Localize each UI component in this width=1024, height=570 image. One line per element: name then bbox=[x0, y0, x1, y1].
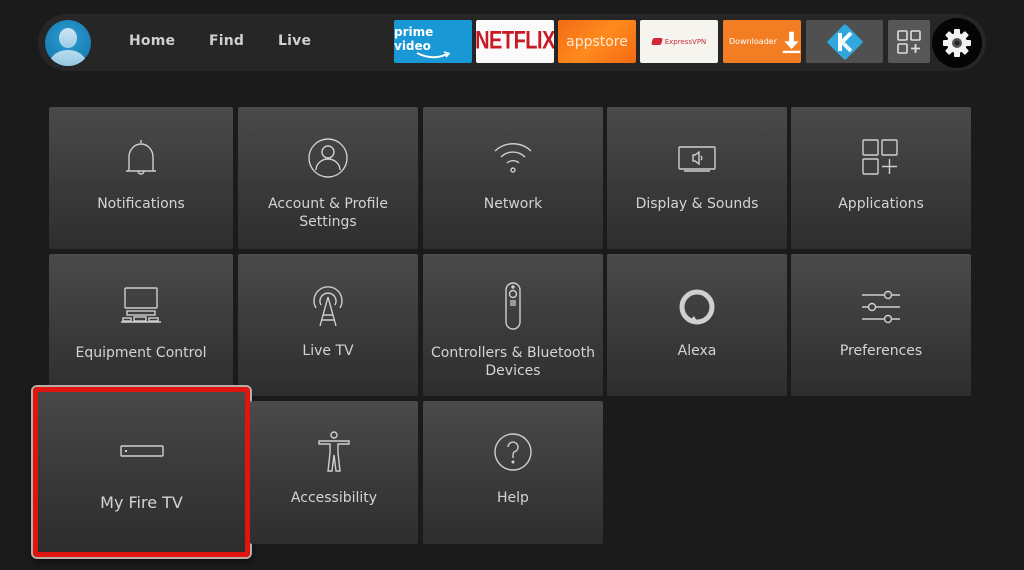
profile-avatar-button[interactable] bbox=[45, 20, 91, 66]
expressvpn-logo-text: ExpressVPN bbox=[664, 37, 707, 46]
tile-network[interactable]: Network bbox=[423, 107, 603, 249]
antenna-icon bbox=[238, 284, 418, 328]
remote-icon bbox=[423, 282, 603, 330]
equipment-icon bbox=[49, 284, 233, 324]
sliders-icon bbox=[791, 290, 971, 324]
downloader-logo-text: Downloader bbox=[729, 37, 777, 46]
gear-icon bbox=[943, 29, 971, 57]
alexa-icon bbox=[607, 288, 787, 328]
kodi-logo-icon bbox=[826, 23, 863, 60]
tile-label: Accessibility bbox=[290, 490, 378, 506]
settings-button[interactable] bbox=[932, 18, 982, 68]
fire-tv-device-icon bbox=[38, 444, 245, 458]
account-icon bbox=[238, 137, 418, 179]
tile-label: Account & Profile Settings bbox=[268, 196, 388, 230]
tile-preferences[interactable]: Preferences bbox=[791, 254, 971, 396]
prime-smile-icon bbox=[416, 50, 451, 58]
tile-accessibility[interactable]: Accessibility bbox=[250, 401, 418, 544]
tile-notifications[interactable]: Notifications bbox=[49, 107, 233, 249]
tile-my-fire-tv[interactable]: My Fire TV bbox=[33, 387, 250, 557]
app-expressvpn[interactable]: ExpressVPN bbox=[640, 20, 718, 63]
app-kodi[interactable] bbox=[806, 20, 883, 63]
prime-video-logo-text: prime video bbox=[394, 24, 434, 53]
tile-label: Alexa bbox=[677, 343, 717, 359]
all-apps-button[interactable] bbox=[888, 20, 930, 63]
nav-home[interactable]: Home bbox=[129, 33, 175, 49]
tile-equipment-control[interactable]: Equipment Control bbox=[49, 254, 233, 396]
app-prime-video[interactable]: prime video bbox=[394, 20, 472, 63]
wifi-icon bbox=[423, 137, 603, 177]
tile-help[interactable]: Help bbox=[423, 401, 603, 544]
nav-find[interactable]: Find bbox=[209, 33, 244, 49]
tile-label: Network bbox=[483, 196, 543, 212]
bell-icon bbox=[49, 137, 233, 177]
tile-label: Live TV bbox=[302, 343, 354, 359]
tile-label: My Fire TV bbox=[100, 493, 183, 512]
accessibility-icon bbox=[250, 431, 418, 473]
display-sound-icon bbox=[607, 137, 787, 177]
tile-alexa[interactable]: Alexa bbox=[607, 254, 787, 396]
applications-icon bbox=[791, 137, 971, 179]
apps-grid-icon bbox=[897, 29, 921, 54]
expressvpn-logo-icon bbox=[650, 38, 663, 45]
profile-avatar-body bbox=[50, 50, 86, 66]
app-appstore[interactable]: appstore bbox=[558, 20, 636, 63]
tile-controllers-bluetooth[interactable]: Controllers & Bluetooth Devices bbox=[423, 254, 603, 396]
tile-label: Help bbox=[497, 490, 529, 506]
netflix-logo-text: NETFLIX bbox=[476, 27, 554, 55]
appstore-logo-text: appstore bbox=[566, 33, 628, 50]
app-netflix[interactable]: NETFLIX bbox=[476, 20, 554, 63]
tile-label: Preferences bbox=[839, 343, 923, 359]
app-downloader[interactable]: Downloader bbox=[723, 20, 801, 63]
download-arrow-icon bbox=[782, 31, 801, 53]
tile-account-profile-settings[interactable]: Account & Profile Settings bbox=[238, 107, 418, 249]
nav-live[interactable]: Live bbox=[278, 33, 311, 49]
tile-display-sounds[interactable]: Display & Sounds bbox=[607, 107, 787, 249]
tile-label: Applications bbox=[838, 196, 924, 212]
tile-label: Notifications bbox=[97, 196, 185, 212]
tile-label: Equipment Control bbox=[75, 345, 207, 361]
tile-applications[interactable]: Applications bbox=[791, 107, 971, 249]
help-icon bbox=[423, 431, 603, 473]
tile-label: Display & Sounds bbox=[635, 196, 759, 212]
profile-avatar-icon bbox=[59, 28, 77, 48]
tile-label: Controllers & Bluetooth Devices bbox=[431, 345, 595, 379]
tile-live-tv[interactable]: Live TV bbox=[238, 254, 418, 396]
